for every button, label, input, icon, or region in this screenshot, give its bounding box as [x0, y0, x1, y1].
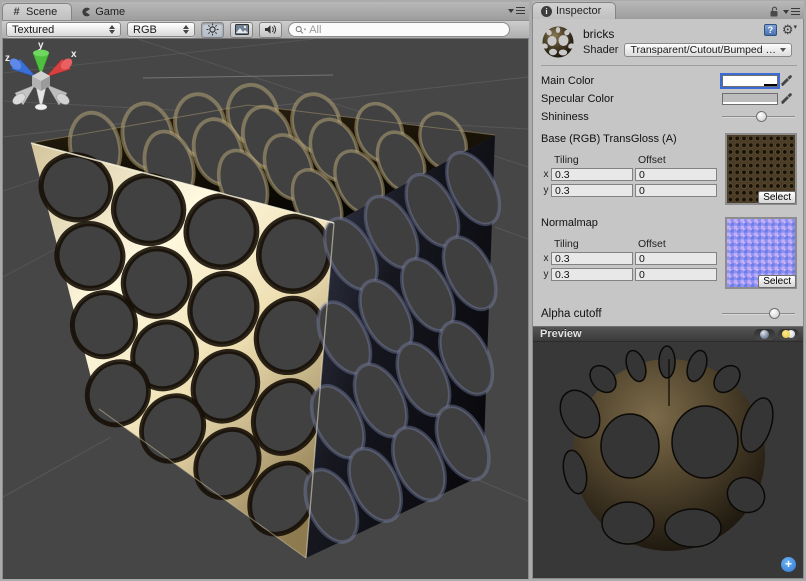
gizmo-z-axis — [8, 56, 36, 77]
normal-offset-y-input[interactable] — [635, 268, 717, 281]
eyedropper-icon[interactable] — [781, 75, 792, 87]
shader-label: Shader — [583, 44, 618, 56]
base-tiling-y-input[interactable] — [551, 184, 633, 197]
draw-mode-value: Textured — [12, 24, 54, 36]
offset-header: Offset — [635, 154, 719, 167]
shininess-slider-knob[interactable] — [756, 111, 767, 122]
scene-viewport[interactable]: y z x — [2, 39, 529, 579]
main-color-label: Main Color — [541, 75, 722, 87]
eyedropper-icon[interactable] — [781, 93, 792, 105]
preview-title: Preview — [540, 328, 582, 340]
scene-panel-menu-icon[interactable] — [508, 7, 525, 14]
scene-panel: # Scene Game Textured RGB — [2, 2, 529, 579]
preview-viewport[interactable]: + — [533, 342, 803, 578]
gizmo-cube — [32, 71, 50, 91]
material-header: bricks Shader Transparent/Cutout/Bumped … — [541, 23, 797, 66]
gizmo-z-label: z — [5, 53, 10, 64]
channels-value: RGB — [133, 24, 157, 36]
updown-arrows-icon — [109, 25, 115, 34]
sun-icon — [206, 23, 219, 36]
specular-color-label: Specular Color — [541, 93, 722, 105]
scene-search-field[interactable] — [288, 22, 510, 37]
add-button[interactable]: + — [781, 557, 796, 572]
shader-value: Transparent/Cutout/Bumped Spe — [630, 44, 777, 56]
draw-mode-dropdown[interactable]: Textured — [6, 22, 121, 37]
lighting-toggle-button[interactable] — [201, 22, 224, 38]
scene-3d-render — [3, 39, 528, 579]
specular-color-swatch[interactable] — [722, 93, 778, 105]
normal-tiling-x-input[interactable] — [551, 252, 633, 265]
tab-inspector[interactable]: i Inspector — [532, 2, 616, 19]
alpha-cutoff-slider-knob[interactable] — [769, 308, 780, 319]
x-axis-label: x — [541, 169, 551, 180]
alpha-cutoff-slider[interactable] — [722, 307, 795, 321]
lock-icon[interactable] — [769, 6, 779, 17]
gear-icon[interactable]: ⚙ — [782, 23, 797, 36]
gizmo-y-label: y — [38, 40, 44, 51]
audio-toggle-button[interactable] — [259, 22, 282, 38]
alpha-cutoff-label: Alpha cutoff — [541, 308, 722, 320]
shininess-row: Shininess — [541, 108, 797, 125]
info-icon: i — [541, 6, 552, 17]
tiling-header: Tiling — [551, 238, 635, 251]
base-texture-thumbnail[interactable]: Select — [725, 133, 797, 205]
normalmap-thumbnail[interactable]: Select — [725, 217, 797, 289]
speaker-icon — [264, 24, 277, 35]
inspector-panel-menu-icon[interactable] — [769, 6, 800, 17]
main-color-swatch[interactable] — [722, 75, 778, 87]
base-offset-x-input[interactable] — [635, 168, 717, 181]
material-name: bricks — [583, 27, 792, 41]
preview-section: Preview — [533, 326, 803, 578]
y-axis-label: y — [541, 269, 551, 280]
shininess-label: Shininess — [541, 111, 722, 123]
shininess-slider[interactable] — [722, 110, 795, 124]
main-color-row: Main Color — [541, 72, 797, 89]
normal-offset-x-input[interactable] — [635, 252, 717, 265]
offset-header: Offset — [635, 238, 719, 251]
sphere-icon — [760, 330, 769, 339]
tab-scene-label: Scene — [26, 6, 57, 18]
image-icon — [235, 24, 249, 35]
search-icon — [295, 25, 306, 35]
material-inspector: bricks Shader Transparent/Cutout/Bumped … — [533, 19, 803, 326]
normalmap-section: Normalmap Tiling Offset x y — [541, 217, 797, 291]
base-offset-y-input[interactable] — [635, 184, 717, 197]
scene-toolbar: Textured RGB — [2, 20, 529, 39]
alpha-cutoff-row: Alpha cutoff — [541, 305, 797, 322]
grid-icon: # — [11, 7, 22, 18]
search-input[interactable] — [309, 24, 503, 36]
specular-color-row: Specular Color — [541, 90, 797, 107]
normal-select-button[interactable]: Select — [758, 275, 796, 288]
x-axis-label: x — [541, 253, 551, 264]
inspector-panel: i Inspector — [532, 2, 804, 579]
preview-header[interactable]: Preview — [533, 327, 803, 342]
tab-scene[interactable]: # Scene — [2, 3, 72, 20]
tiling-header: Tiling — [551, 154, 635, 167]
preview-mesh-button[interactable] — [754, 329, 775, 340]
scene-tabbar: # Scene Game — [2, 2, 529, 20]
preview-light-button[interactable] — [778, 329, 799, 340]
help-icon[interactable]: ? — [764, 24, 777, 36]
cube-mesh — [31, 80, 510, 558]
tab-game[interactable]: Game — [72, 3, 139, 20]
preview-sphere-render — [533, 342, 803, 562]
unity-editor-window: # Scene Game Textured RGB — [0, 0, 806, 581]
base-tiling-x-input[interactable] — [551, 168, 633, 181]
shader-dropdown[interactable]: Transparent/Cutout/Bumped Spe — [624, 43, 792, 57]
channels-dropdown[interactable]: RGB — [127, 22, 195, 37]
game-icon — [80, 6, 91, 17]
tab-game-label: Game — [95, 6, 125, 18]
orientation-gizmo[interactable]: y z x — [3, 39, 79, 119]
light-icon — [782, 330, 790, 338]
base-select-button[interactable]: Select — [758, 191, 796, 204]
normal-tiling-y-input[interactable] — [551, 268, 633, 281]
gizmo-x-label: x — [71, 49, 77, 60]
material-preview-icon — [541, 25, 575, 59]
tab-inspector-label: Inspector — [556, 5, 601, 17]
y-axis-label: y — [541, 185, 551, 196]
updown-arrows-icon — [183, 25, 189, 34]
render-mode-button[interactable] — [230, 22, 253, 38]
inspector-tabbar: i Inspector — [532, 1, 804, 19]
base-map-section: Base (RGB) TransGloss (A) Tiling Offset … — [541, 133, 797, 207]
